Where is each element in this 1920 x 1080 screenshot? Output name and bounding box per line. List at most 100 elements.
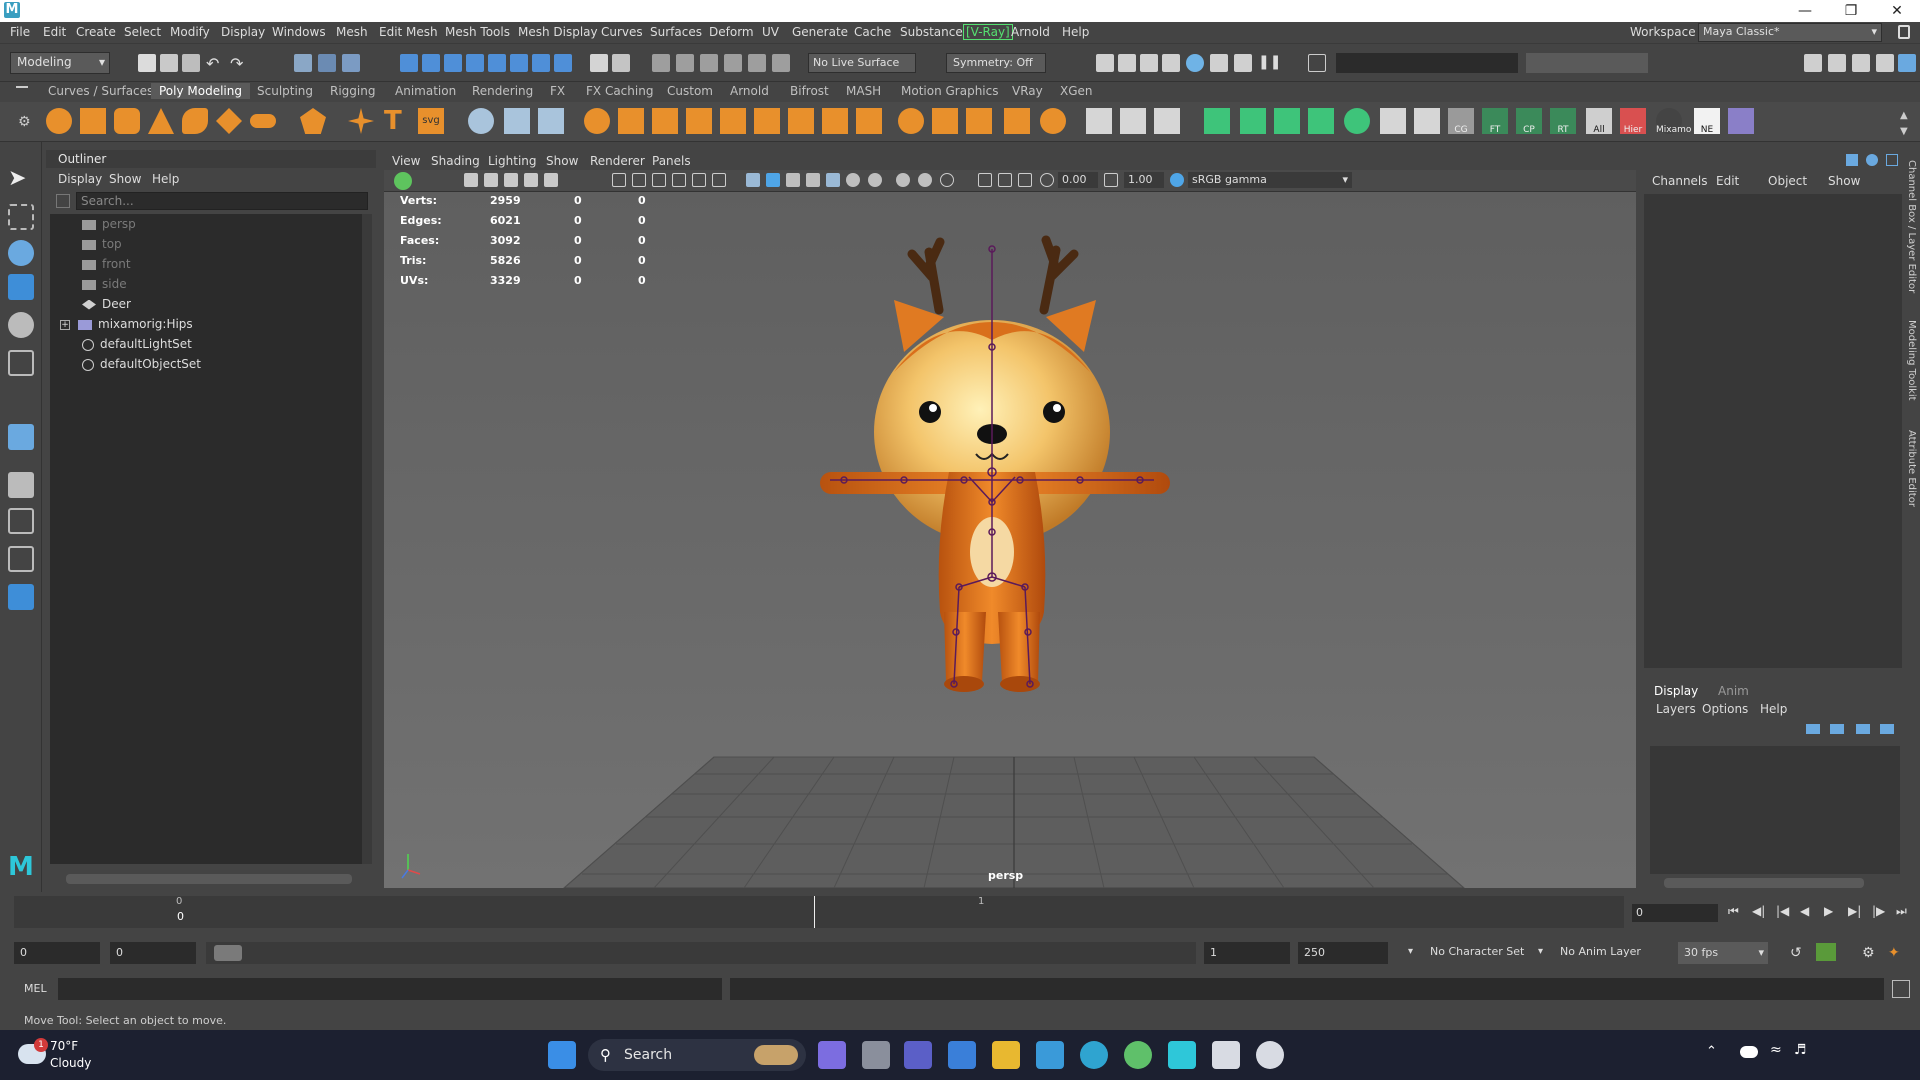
shelf-scroll-up-icon[interactable]: ▲ [1900,110,1908,121]
snap-grid-icon[interactable] [400,54,418,72]
snap-pivot-icon[interactable] [554,54,572,72]
select-tool-icon[interactable]: ➤ [8,166,34,192]
type-tool-icon[interactable]: T [384,108,410,134]
menu-edit[interactable]: Edit [43,25,66,39]
viewport-menu-view[interactable]: View [392,154,420,168]
loop-icon[interactable]: ↺ [1790,945,1802,961]
play-forwards-icon[interactable]: ▶ [1824,904,1833,918]
tool-settings-icon[interactable] [1876,54,1894,72]
menu-modify[interactable]: Modify [170,25,210,39]
grease-pencil-icon[interactable] [544,173,558,187]
shelf-scroll-down-icon[interactable]: ▼ [1900,126,1908,137]
isolate-select-icon[interactable] [978,173,992,187]
time-slider-track[interactable]: 0 0 1 [14,896,1624,928]
wireframe-on-shaded-icon[interactable] [786,173,800,187]
select-by-object-icon[interactable] [318,54,336,72]
arnold-render-icon[interactable] [1186,54,1204,72]
gamma-field[interactable]: 1.00 [1124,172,1164,188]
ambient-occlusion-icon[interactable] [896,173,910,187]
exposure-icon[interactable] [1040,173,1054,187]
viewport-menu-show[interactable]: Show [546,154,578,168]
menu-mesh[interactable]: Mesh [336,25,368,39]
channel-box-toggle-icon[interactable] [1846,154,1858,166]
shelf-cp-icon[interactable]: CP [1516,108,1542,135]
poly-disc-icon[interactable] [250,114,276,128]
tab-animation[interactable]: Animation [395,84,456,98]
perspective-viewport[interactable]: Verts: 2959 0 0 Edges: 6021 0 0 Faces: 3… [384,192,1636,888]
select-camera-icon[interactable] [394,172,412,190]
2d-pan-zoom-icon[interactable] [524,173,538,187]
ipr-render-icon[interactable] [1118,54,1136,72]
menu-arnold[interactable]: Arnold [1011,25,1050,39]
select-by-component-icon[interactable] [342,54,360,72]
animation-end-field[interactable]: 250 [1298,942,1388,964]
film-gate-icon[interactable] [632,173,646,187]
playback-options-icon[interactable]: ⚙ [1862,945,1875,961]
menuset-dropdown[interactable]: Modeling ▾ [10,52,110,74]
channel-menu-show[interactable]: Show [1828,174,1860,188]
spherical-mapping-icon[interactable] [1274,108,1300,134]
poly-cone-icon[interactable] [148,108,174,134]
shelf-menu-icon[interactable] [16,86,28,88]
onedrive-icon[interactable] [1740,1046,1758,1058]
layer-menu-help[interactable]: Help [1760,702,1787,716]
extrude-icon[interactable] [618,108,644,134]
channel-box-icon[interactable] [1898,54,1916,72]
viewport-menu-shading[interactable]: Shading [431,154,480,168]
channel-menu-object[interactable]: Object [1768,174,1807,188]
xray-icon[interactable] [806,173,820,187]
go-to-end-icon[interactable]: ⏭ [1896,904,1907,919]
snap-mesh-icon[interactable] [532,54,550,72]
camera-attributes-icon[interactable] [464,173,478,187]
smooth-shade-icon[interactable] [766,173,780,187]
new-layer-icon[interactable] [1856,724,1870,734]
outliner-menu-help[interactable]: Help [152,172,179,186]
range-slider-handle[interactable] [214,945,242,961]
symmetry-dropdown[interactable]: Symmetry: Off [946,53,1046,73]
redo-icon[interactable]: ↷ [230,54,248,73]
poly-cylinder-icon[interactable] [114,108,140,134]
step-back-key-icon[interactable]: ◀| [1752,904,1765,918]
connect-icon[interactable] [1004,108,1030,134]
motion-blur-icon[interactable] [918,173,932,187]
image-plane-icon[interactable] [504,173,518,187]
snap-point-icon[interactable] [444,54,462,72]
paint-select-icon[interactable] [8,240,34,266]
xray-active-icon[interactable] [1018,173,1032,187]
outliner-item-default-object-set[interactable]: defaultObjectSet [82,354,201,374]
edge-icon[interactable] [1080,1041,1108,1069]
tab-custom[interactable]: Custom [667,84,713,98]
tab-xgen[interactable]: XGen [1060,84,1093,98]
poly-sphere-icon[interactable] [46,108,72,134]
scale-tool-icon[interactable] [8,350,34,376]
select-by-hierarchy-icon[interactable] [294,54,312,72]
menu-deform[interactable]: Deform [709,25,754,39]
unity-icon[interactable] [1212,1041,1240,1069]
human-ik-icon[interactable] [1828,54,1846,72]
search-field[interactable] [1526,53,1648,73]
tab-bifrost[interactable]: Bifrost [790,84,829,98]
menu-select[interactable]: Select [124,25,161,39]
target-weld-icon[interactable] [932,108,958,134]
output-ops-icon[interactable] [676,54,694,72]
make-live-icon[interactable] [1120,108,1146,134]
live-surface-field[interactable]: No Live Surface [808,53,916,73]
menu-surfaces[interactable]: Surfaces [650,25,702,39]
vray-ipr-icon[interactable] [1234,54,1252,72]
volume-icon[interactable]: ♬ [1794,1042,1807,1058]
shadows-icon[interactable] [868,173,882,187]
anim-layer-dropdown[interactable]: No Anim Layer [1560,945,1641,958]
open-scene-icon[interactable] [160,54,178,72]
delete-history-icon[interactable] [1414,108,1440,134]
tab-mash[interactable]: MASH [846,84,881,98]
viewport-menu-panels[interactable]: Panels [652,154,691,168]
tab-display-layers[interactable]: Display [1654,684,1698,698]
channel-menu-channels[interactable]: Channels [1652,174,1708,188]
pause-icon[interactable]: ❚❚ [1258,54,1281,72]
outliner-item-default-light-set[interactable]: defaultLightSet [82,334,192,354]
reflection-icon[interactable] [772,54,790,72]
lock-selection-icon[interactable] [590,54,608,72]
current-frame-field[interactable]: 0 [1632,904,1718,922]
construction-history-icon[interactable] [700,54,718,72]
insert-edge-loop-icon[interactable] [966,108,992,134]
